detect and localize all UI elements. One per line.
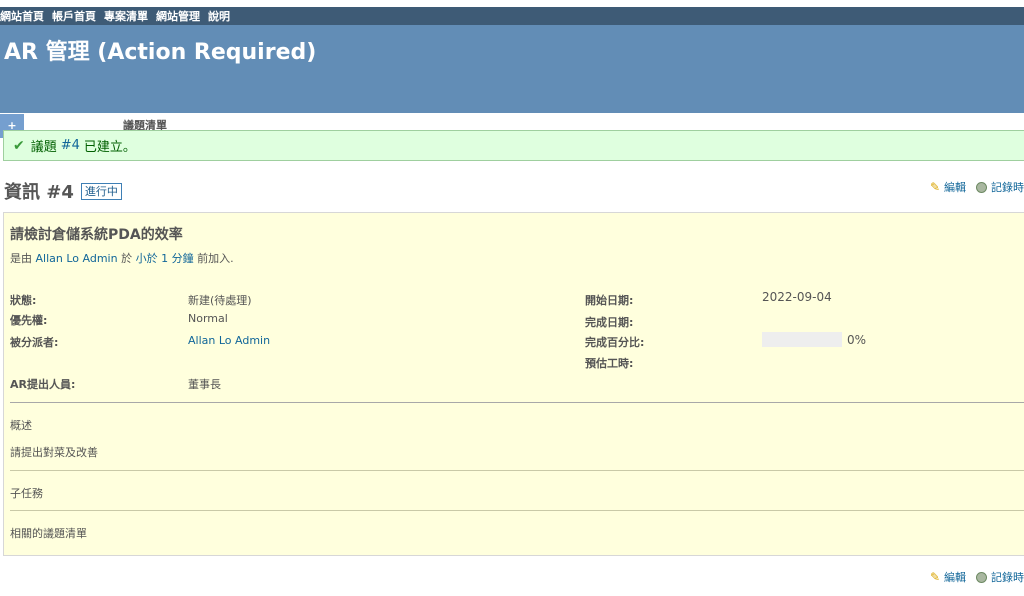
log-time-label: 記錄時 bbox=[991, 181, 1024, 194]
project-title: AR 管理 (Action Required) bbox=[4, 40, 317, 65]
contextual-actions-bottom: ✎ 編輯 記錄時 bbox=[920, 569, 1024, 585]
status-value: 新建(待處理) bbox=[188, 294, 252, 307]
edit-label: 編輯 bbox=[944, 571, 966, 584]
top-menu-help[interactable]: 說明 bbox=[208, 8, 230, 24]
issue-subject: 請檢討倉儲系統PDA的效率 bbox=[10, 227, 183, 243]
due-date-label: 完成日期: bbox=[585, 316, 634, 329]
done-ratio-value: 0% bbox=[847, 333, 867, 347]
top-menu-administration[interactable]: 網站管理 bbox=[156, 8, 200, 24]
start-date-value: 2022-09-04 bbox=[762, 290, 832, 304]
custom-field-label: AR提出人員: bbox=[10, 378, 76, 391]
custom-field-value: 董事長 bbox=[188, 378, 221, 391]
log-time-button[interactable]: 記錄時 bbox=[976, 179, 1024, 195]
divider bbox=[10, 402, 1024, 403]
edit-button[interactable]: ✎ 編輯 bbox=[930, 569, 966, 585]
priority-value: Normal bbox=[188, 312, 228, 325]
clock-icon bbox=[976, 571, 987, 583]
description-text: 請提出對菜及改善 bbox=[10, 446, 98, 459]
log-time-button[interactable]: 記錄時 bbox=[976, 569, 1024, 585]
flash-suffix: 已建立。 bbox=[83, 140, 136, 155]
related-issues-title: 相關的議題清單 bbox=[10, 527, 87, 540]
pencil-icon: ✎ bbox=[929, 570, 940, 584]
author-line: 是由 Allan Lo Admin 於 小於 1 分鐘 前加入. bbox=[10, 250, 234, 266]
author-mid: 於 bbox=[121, 252, 133, 265]
check-icon: ✔ bbox=[13, 137, 25, 154]
status-badge: 進行中 bbox=[80, 182, 122, 200]
author-suffix: 前加入. bbox=[197, 252, 234, 265]
issue-title: 資訊 #4 bbox=[4, 182, 74, 203]
issue-heading: 資訊 #4 進行中 bbox=[4, 178, 122, 204]
time-ago-link[interactable]: 小於 1 分鐘 bbox=[136, 252, 194, 265]
top-menu-my-page[interactable]: 帳戶首頁 bbox=[52, 8, 96, 24]
log-time-label: 記錄時 bbox=[991, 571, 1024, 584]
author-link[interactable]: Allan Lo Admin bbox=[36, 252, 118, 265]
flash-notice: ✔ 議題 #4 已建立。 bbox=[3, 130, 1024, 161]
priority-label: 優先權: bbox=[10, 314, 48, 327]
divider bbox=[10, 470, 1024, 471]
header: AR 管理 (Action Required) + 概觀 活動 議題清單 耗用工… bbox=[0, 25, 1024, 138]
edit-label: 編輯 bbox=[944, 181, 966, 194]
flash-issue-link[interactable]: #4 bbox=[61, 138, 80, 153]
top-menu-projects[interactable]: 專案清單 bbox=[104, 8, 148, 24]
top-menu-home[interactable]: 網站首頁 bbox=[0, 8, 44, 24]
progress-bar bbox=[762, 332, 842, 347]
status-label: 狀態: bbox=[10, 294, 37, 307]
estimated-hours-label: 預估工時: bbox=[585, 357, 634, 370]
flash-prefix: 議題 bbox=[30, 140, 57, 155]
author-prefix: 是由 bbox=[10, 252, 32, 265]
top-menu: 網站首頁 帳戶首頁 專案清單 網站管理 說明 bbox=[0, 7, 1024, 25]
clock-icon bbox=[976, 181, 987, 193]
divider bbox=[10, 510, 1024, 511]
contextual-actions-top: ✎ 編輯 記錄時 bbox=[920, 179, 1024, 195]
edit-button[interactable]: ✎ 編輯 bbox=[930, 179, 966, 195]
description-title: 概述 bbox=[10, 419, 32, 432]
assignee-label: 被分派者: bbox=[10, 336, 59, 349]
done-ratio-label: 完成百分比: bbox=[585, 336, 645, 349]
start-date-label: 開始日期: bbox=[585, 294, 634, 307]
subtasks-title: 子任務 bbox=[10, 487, 43, 500]
assignee-link[interactable]: Allan Lo Admin bbox=[188, 334, 270, 347]
pencil-icon: ✎ bbox=[929, 180, 940, 194]
issue-details: 請檢討倉儲系統PDA的效率 是由 Allan Lo Admin 於 小於 1 分… bbox=[3, 212, 1024, 556]
